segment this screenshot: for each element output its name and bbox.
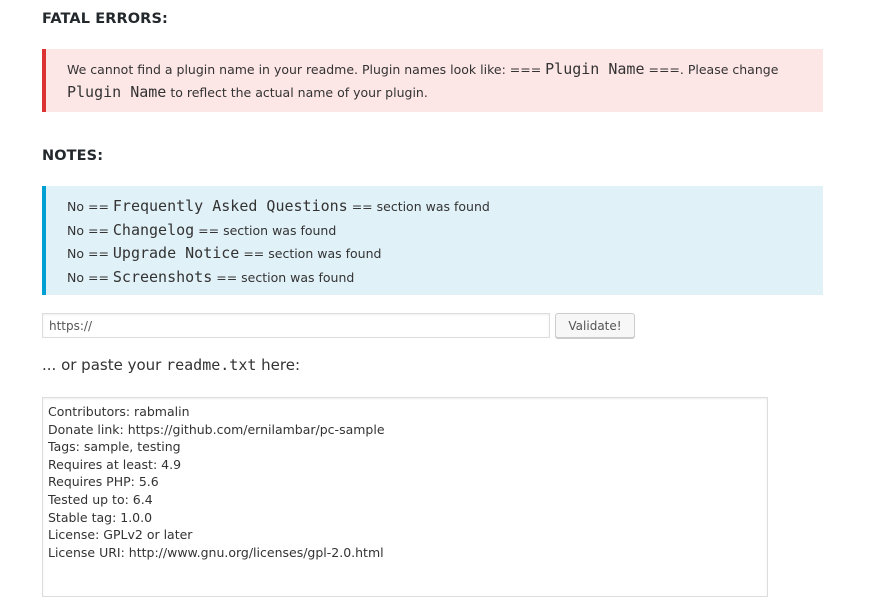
note-section-name: Frequently Asked Questions [112, 197, 348, 215]
readme-url-input[interactable] [42, 313, 550, 338]
note-suffix: == section was found [212, 269, 355, 285]
paste-label-text: here: [256, 356, 301, 374]
error-text: to reflect the actual name of your plugi… [166, 85, 428, 100]
note-prefix: No == [67, 222, 113, 238]
note-prefix: No == [67, 199, 113, 214]
note-section-name: Changelog [112, 220, 195, 239]
note-prefix: No == [67, 246, 113, 261]
error-text: ===. Please change [644, 62, 779, 77]
note-section-name: Upgrade Notice [112, 244, 240, 262]
note-prefix: No == [67, 269, 113, 285]
validate-button[interactable]: Validate! [555, 313, 635, 338]
plugin-name-code: Plugin Name [545, 60, 645, 78]
note-item: No == Screenshots == section was found [67, 266, 823, 290]
fatal-error-notice: We cannot find a plugin name in your rea… [42, 49, 823, 112]
note-suffix: == section was found [239, 246, 382, 261]
error-text: We cannot find a plugin name in your rea… [67, 62, 546, 77]
plugin-name-code: Plugin Name [67, 83, 167, 101]
paste-readme-label: ... or paste your readme.txt here: [42, 356, 300, 374]
paste-label-text: ... or paste your [42, 356, 167, 374]
note-suffix: == section was found [347, 199, 490, 214]
notes-heading: NOTES: [42, 148, 104, 164]
note-item: No == Changelog == section was found [67, 219, 823, 243]
note-item: No == Upgrade Notice == section was foun… [67, 242, 823, 266]
readme-textarea[interactable]: Contributors: rabmalin Donate link: http… [42, 397, 768, 597]
note-suffix: == section was found [194, 222, 337, 238]
notes-notice: No == Frequently Asked Questions == sect… [42, 186, 823, 295]
note-item: No == Frequently Asked Questions == sect… [67, 195, 823, 219]
readme-filename-code: readme.txt [166, 356, 257, 374]
note-section-name: Screenshots [112, 267, 213, 286]
fatal-errors-heading: FATAL ERRORS: [42, 11, 168, 27]
